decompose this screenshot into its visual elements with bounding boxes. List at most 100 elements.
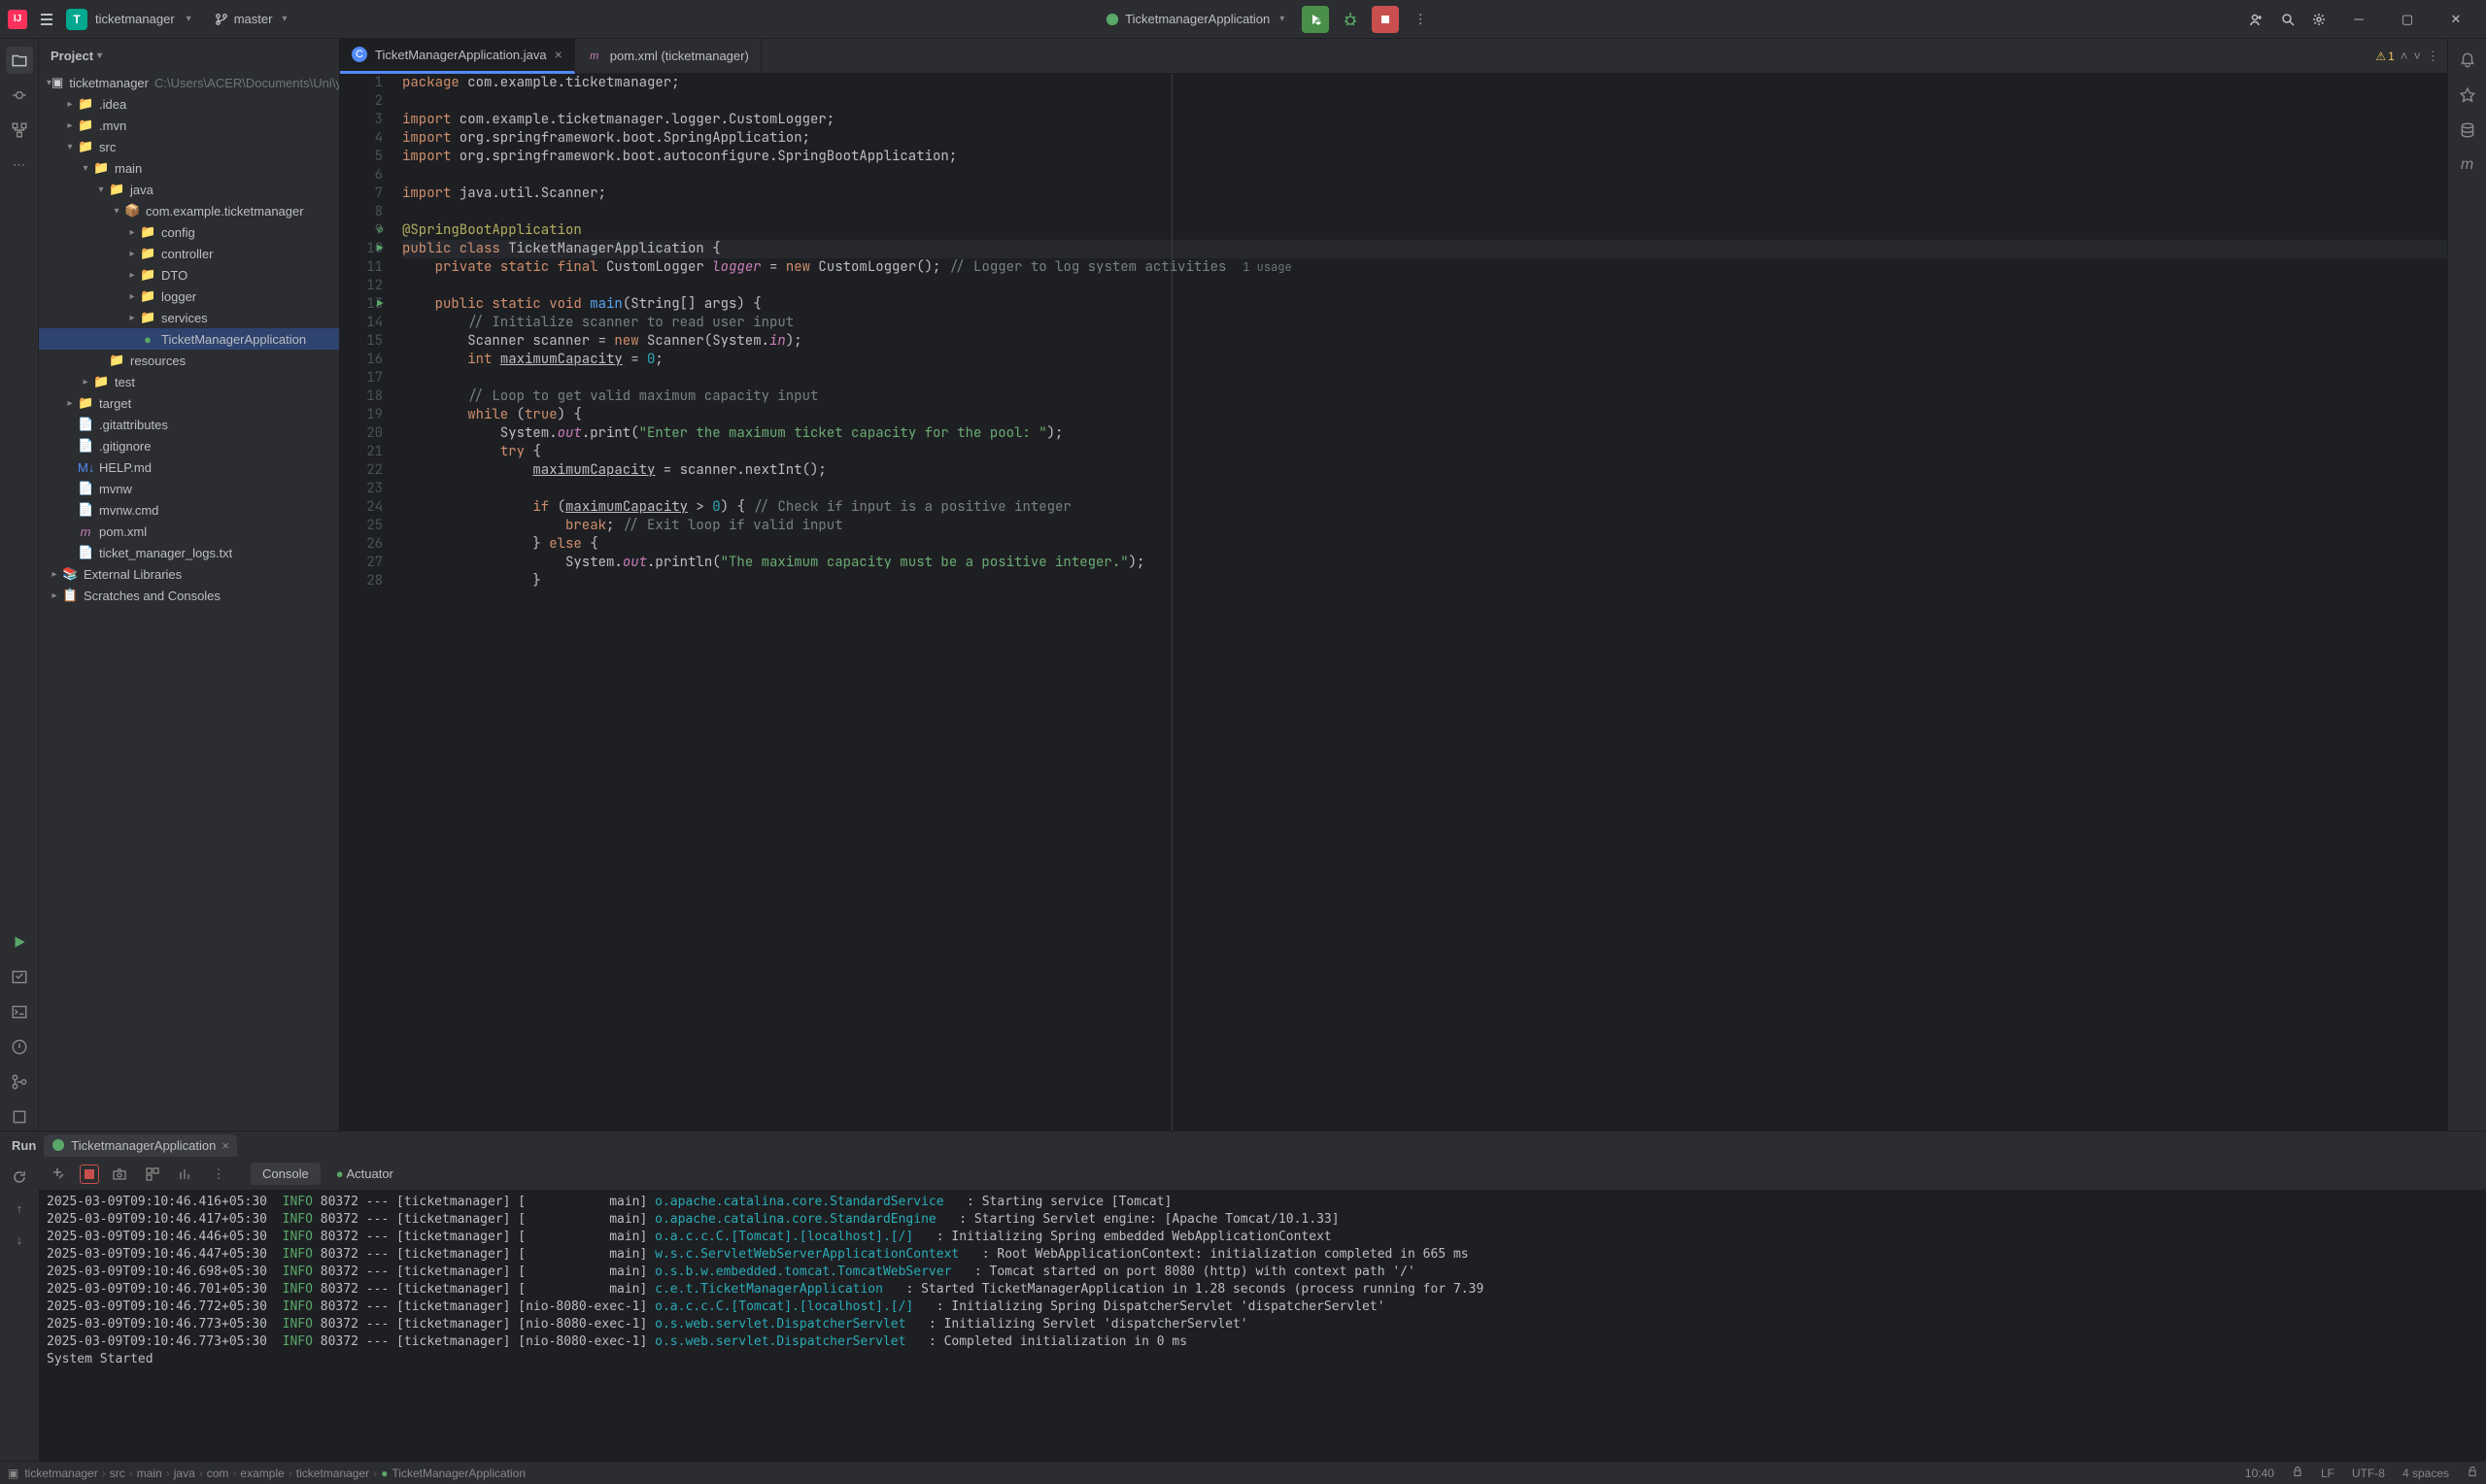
maven-icon: m: [587, 49, 602, 64]
notifications-icon[interactable]: [2454, 47, 2481, 74]
status-indent[interactable]: 4 spaces: [2402, 1467, 2449, 1480]
heap-icon[interactable]: [173, 1162, 198, 1187]
status-line-sep[interactable]: LF: [2321, 1467, 2334, 1480]
gutter: 123456789⊘10▶111213▶14151617181920212223…: [340, 74, 394, 1130]
editor-tab-active[interactable]: C TicketManagerApplication.java ×: [340, 39, 575, 74]
chevron-down-icon: ▾: [187, 14, 191, 24]
spring-icon: [1106, 13, 1119, 26]
problems-tool-icon[interactable]: [6, 1033, 33, 1061]
ide-logo-icon: IJ: [8, 10, 27, 29]
next-highlight-icon[interactable]: ˅: [2413, 49, 2421, 63]
tree-folder-target[interactable]: ▸📁target: [39, 392, 339, 414]
services-tool-icon[interactable]: [6, 963, 33, 991]
tree-folder[interactable]: 📁resources: [39, 350, 339, 371]
vcs-branch[interactable]: master ▾: [215, 12, 288, 26]
tree-folder[interactable]: ▾📁java: [39, 179, 339, 200]
structure-tool-icon[interactable]: [6, 117, 33, 144]
project-panel: Project ▾ ▾▣ ticketmanager C:\Users\ACER…: [39, 39, 340, 1130]
actuator-tab[interactable]: ● Actuator: [324, 1163, 405, 1185]
editor-tab[interactable]: m pom.xml (ticketmanager): [575, 39, 762, 74]
more-icon[interactable]: ⋮: [206, 1162, 231, 1187]
ai-icon[interactable]: [2454, 82, 2481, 109]
class-icon: C: [352, 47, 367, 62]
tree-folder[interactable]: ▸📁logger: [39, 286, 339, 307]
code-lines[interactable]: package com.example.ticketmanager;import…: [394, 74, 2447, 1130]
rerun-icon[interactable]: [7, 1164, 32, 1190]
project-name[interactable]: ticketmanager: [95, 12, 175, 26]
project-badge[interactable]: T: [66, 9, 87, 30]
breadcrumb[interactable]: ticketmanager›src›main›java›com›example›…: [24, 1467, 526, 1480]
tree-file[interactable]: 📄.gitignore: [39, 435, 339, 456]
run-button[interactable]: [1302, 6, 1329, 33]
search-icon[interactable]: [2274, 6, 2301, 33]
warnings-badge[interactable]: ⚠1: [2375, 50, 2394, 63]
tree-folder[interactable]: ▾📁src: [39, 136, 339, 157]
attach-icon[interactable]: [47, 1162, 72, 1187]
tree-folder[interactable]: ▸📁services: [39, 307, 339, 328]
maximize-button[interactable]: ▢: [2385, 4, 2430, 35]
run-tool-icon[interactable]: [6, 928, 33, 956]
tree-file[interactable]: 📄mvnw.cmd: [39, 499, 339, 521]
status-time[interactable]: 10:40: [2245, 1467, 2274, 1480]
vcs-tool-icon[interactable]: [6, 1068, 33, 1096]
tree-folder[interactable]: ▸📁.mvn: [39, 115, 339, 136]
tree-external-libs[interactable]: ▸📚External Libraries: [39, 563, 339, 585]
console-output[interactable]: 2025-03-09T09:10:46.416+05:30 INFO 80372…: [39, 1190, 2486, 1461]
tree-root[interactable]: ▾▣ ticketmanager C:\Users\ACER\Documents…: [39, 72, 339, 93]
console-tab[interactable]: Console: [251, 1163, 321, 1185]
project-tool-icon[interactable]: [6, 47, 33, 74]
database-icon[interactable]: [2454, 117, 2481, 144]
code-with-me-icon[interactable]: [2243, 6, 2270, 33]
right-tool-rail: m: [2447, 39, 2486, 1130]
tree-file[interactable]: mpom.xml: [39, 521, 339, 542]
stop-button[interactable]: [1372, 6, 1399, 33]
tree-folder[interactable]: ▸📁config: [39, 221, 339, 243]
tree-folder[interactable]: ▾📁main: [39, 157, 339, 179]
prev-highlight-icon[interactable]: ˄: [2401, 49, 2408, 63]
main-menu-button[interactable]: [35, 8, 58, 31]
tree-file[interactable]: 📄ticket_manager_logs.txt: [39, 542, 339, 563]
chevron-down-icon: ▾: [1279, 14, 1284, 24]
tree-folder[interactable]: ▸📁.idea: [39, 93, 339, 115]
build-tool-icon[interactable]: [6, 1103, 33, 1130]
run-panel-tab[interactable]: TicketmanagerApplication ×: [44, 1134, 237, 1157]
chevron-down-icon: ▾: [97, 51, 102, 61]
left-tool-rail: ⋯: [0, 39, 39, 1130]
tree-scratches[interactable]: ▸📋Scratches and Consoles: [39, 585, 339, 606]
run-configuration-selector[interactable]: TicketmanagerApplication ▾: [1096, 8, 1294, 30]
tab-actions-icon[interactable]: ⋮: [2427, 49, 2439, 64]
tree-file[interactable]: M↓HELP.md: [39, 456, 339, 478]
stop-run-icon[interactable]: [80, 1164, 99, 1184]
more-actions-button[interactable]: ⋮: [1407, 6, 1434, 33]
close-run-tab-icon[interactable]: ×: [221, 1138, 229, 1153]
code-editor[interactable]: 123456789⊘10▶111213▶14151617181920212223…: [340, 74, 2447, 1130]
readonly-icon[interactable]: [2467, 1466, 2478, 1480]
down-icon[interactable]: ↓: [7, 1227, 32, 1252]
maven-tool-icon[interactable]: m: [2454, 152, 2481, 179]
more-tool-icon[interactable]: ⋯: [6, 152, 33, 179]
minimize-button[interactable]: ─: [2336, 4, 2381, 35]
close-tab-icon[interactable]: ×: [555, 47, 562, 62]
tree-package[interactable]: ▾📦com.example.ticketmanager: [39, 200, 339, 221]
screenshot-icon[interactable]: [107, 1162, 132, 1187]
terminal-tool-icon[interactable]: [6, 998, 33, 1026]
debug-button[interactable]: [1337, 6, 1364, 33]
tree-folder[interactable]: ▸📁controller: [39, 243, 339, 264]
close-button[interactable]: ✕: [2434, 4, 2478, 35]
project-tree[interactable]: ▾▣ ticketmanager C:\Users\ACER\Documents…: [39, 72, 339, 1130]
tab-label: pom.xml (ticketmanager): [610, 49, 749, 63]
tree-folder[interactable]: ▸📁test: [39, 371, 339, 392]
status-encoding[interactable]: UTF-8: [2352, 1467, 2385, 1480]
settings-icon[interactable]: [2305, 6, 2333, 33]
layout-icon[interactable]: [140, 1162, 165, 1187]
tree-class-selected[interactable]: ●TicketManagerApplication: [39, 328, 339, 350]
up-icon[interactable]: ↑: [7, 1196, 32, 1221]
commit-tool-icon[interactable]: [6, 82, 33, 109]
project-panel-header[interactable]: Project ▾: [39, 39, 339, 72]
branch-name: master: [234, 12, 273, 26]
lock-icon[interactable]: [2292, 1466, 2303, 1480]
tree-file[interactable]: 📄mvnw: [39, 478, 339, 499]
tree-folder[interactable]: ▸📁DTO: [39, 264, 339, 286]
run-toolbar: ⋮ Console ● Actuator: [39, 1159, 2486, 1190]
tree-file[interactable]: 📄.gitattributes: [39, 414, 339, 435]
